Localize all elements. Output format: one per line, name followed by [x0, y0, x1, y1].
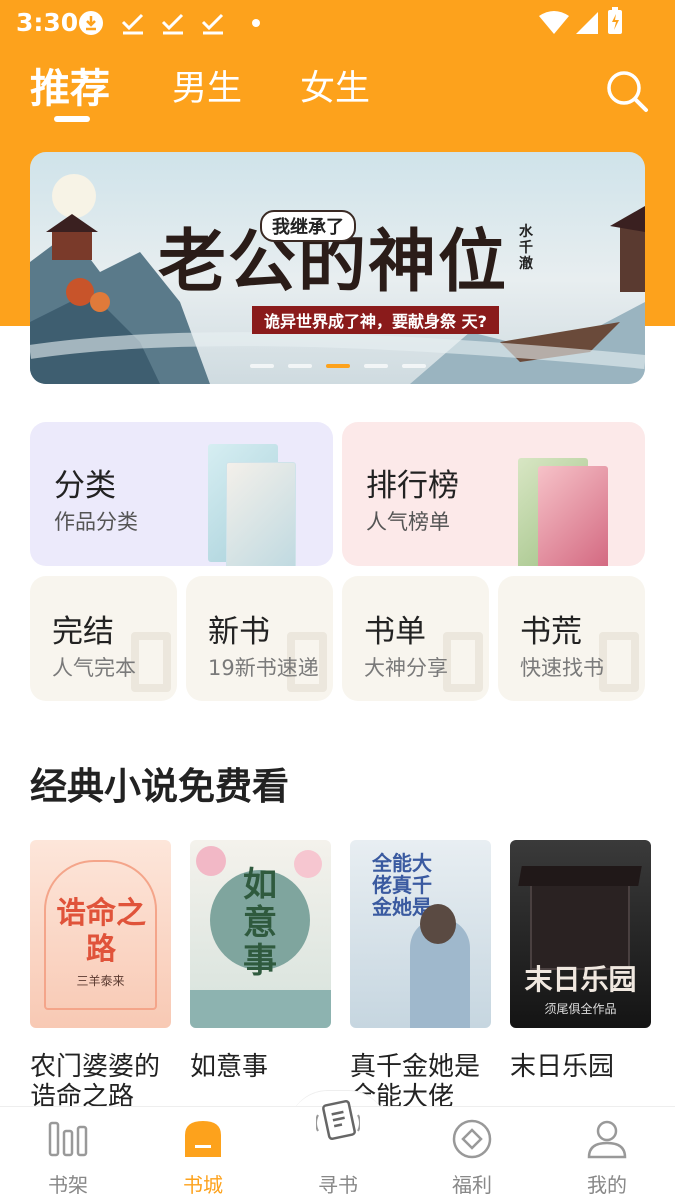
- notification-dot-icon: [252, 19, 260, 27]
- card-decoration: [443, 632, 483, 692]
- card-title: 书荒: [520, 614, 582, 650]
- book-title: 农门婆婆的诰命之路: [30, 1052, 161, 1112]
- banner-author: 水千澈: [519, 224, 533, 272]
- cover-roof: [518, 866, 642, 886]
- cover-author: 须尾俱全作品: [544, 1002, 617, 1016]
- card-subtitle: 人气榜单: [366, 510, 450, 534]
- pagination-dot: [402, 364, 426, 368]
- bookshelf-icon: [48, 1121, 88, 1157]
- cover-house: [530, 880, 630, 970]
- book-drought-card[interactable]: 书荒 快速找书: [498, 576, 645, 701]
- banner-subtitle: 诡异世界成了神，要献身祭 天?: [252, 306, 499, 334]
- cover-water: [190, 990, 331, 1028]
- profile-icon: [587, 1120, 627, 1159]
- nav-welfare[interactable]: 福利: [422, 1107, 522, 1200]
- cellular-signal-icon: [576, 12, 598, 34]
- nav-profile[interactable]: 我的: [557, 1107, 657, 1200]
- booklist-card[interactable]: 书单 大神分享: [342, 576, 489, 701]
- cover-flower: [196, 846, 226, 876]
- find-book-icon: [316, 1099, 360, 1141]
- book-title: 末日乐园: [510, 1052, 615, 1082]
- category-card[interactable]: 分类 作品分类: [30, 422, 333, 566]
- status-time: 3:30: [16, 8, 79, 37]
- card-decoration: [599, 632, 639, 692]
- tab-male[interactable]: 男生: [172, 60, 242, 111]
- check-download-icon: [121, 13, 144, 35]
- tab-female[interactable]: 女生: [300, 60, 370, 111]
- nav-bookstore[interactable]: 书城: [153, 1107, 253, 1200]
- nav-label: 福利: [452, 1173, 492, 1197]
- pagination-dot: [364, 364, 388, 368]
- card-subtitle: 大神分享: [364, 656, 448, 680]
- card-subtitle: 人气完本: [52, 656, 136, 680]
- top-tabs: 推荐 男生 女生: [0, 60, 675, 130]
- book-cover: 诰命之路 三羊泰来: [30, 840, 171, 1028]
- pagination-dot: [288, 364, 312, 368]
- cover-flower: [294, 850, 322, 878]
- bookstore-icon: [185, 1121, 221, 1157]
- download-icon: [79, 11, 103, 35]
- search-icon[interactable]: [604, 68, 650, 114]
- book-cover: 全能大佬真千金她是: [350, 840, 491, 1028]
- cover-title: 末日乐园: [524, 963, 637, 996]
- card-decoration: [131, 632, 171, 692]
- book-item[interactable]: 诰命之路 三羊泰来 农门婆婆的诰命之路: [30, 840, 171, 1112]
- book-illustration: [538, 466, 608, 566]
- cover-title: 如意事: [243, 865, 277, 981]
- nav-label: 我的: [587, 1173, 627, 1197]
- card-title: 排行榜: [366, 468, 459, 504]
- banner-pagination: [30, 364, 645, 372]
- nav-label: 书城: [183, 1173, 223, 1197]
- nav-label: 书架: [48, 1173, 88, 1197]
- book-item[interactable]: 全能大佬真千金她是 真千金她是全能大佬: [350, 840, 491, 1112]
- bottom-nav: 书架 书城 寻书 福利 我的: [0, 1099, 675, 1200]
- battery-icon: [608, 7, 622, 34]
- status-bar: 3:30: [0, 0, 675, 48]
- wifi-icon: [539, 11, 569, 34]
- book-cover: 如意事: [190, 840, 331, 1028]
- cover-author: 三羊泰来: [76, 974, 125, 988]
- card-subtitle: 快速找书: [520, 656, 604, 680]
- banner-tag: 我继承了: [260, 210, 356, 242]
- welfare-icon: [452, 1119, 492, 1159]
- pagination-dot: [250, 364, 274, 368]
- tab-recommend[interactable]: 推荐: [30, 56, 110, 114]
- promo-banner[interactable]: 老公的神位 我继承了 诡异世界成了神，要献身祭 天? 水千澈: [30, 152, 645, 384]
- ranking-card[interactable]: 排行榜 人气榜单: [342, 422, 645, 566]
- pagination-dot-active: [326, 364, 350, 368]
- card-title: 完结: [52, 614, 114, 650]
- finished-card[interactable]: 完结 人气完本: [30, 576, 177, 701]
- book-item[interactable]: 末日乐园 须尾俱全作品 末日乐园: [510, 840, 651, 1112]
- cover-figure-head: [420, 904, 456, 944]
- card-title: 分类: [54, 468, 116, 504]
- nav-bookshelf[interactable]: 书架: [18, 1107, 118, 1200]
- card-subtitle: 19新书速递: [208, 656, 319, 680]
- nav-find-book[interactable]: 寻书: [288, 1099, 388, 1200]
- book-illustration: [226, 462, 296, 566]
- card-title: 新书: [208, 614, 270, 650]
- nav-label: 寻书: [318, 1173, 358, 1197]
- card-title: 书单: [364, 614, 426, 650]
- check-download-icon: [201, 13, 224, 35]
- book-item[interactable]: 如意事 如意事: [190, 840, 331, 1112]
- check-download-icon: [161, 13, 184, 35]
- book-cover: 末日乐园 须尾俱全作品: [510, 840, 651, 1028]
- cover-title: 诰命之路: [56, 896, 146, 967]
- card-subtitle: 作品分类: [54, 510, 138, 534]
- active-tab-indicator: [54, 116, 90, 122]
- section-title: 经典小说免费看: [30, 765, 289, 808]
- new-books-card[interactable]: 新书 19新书速递: [186, 576, 333, 701]
